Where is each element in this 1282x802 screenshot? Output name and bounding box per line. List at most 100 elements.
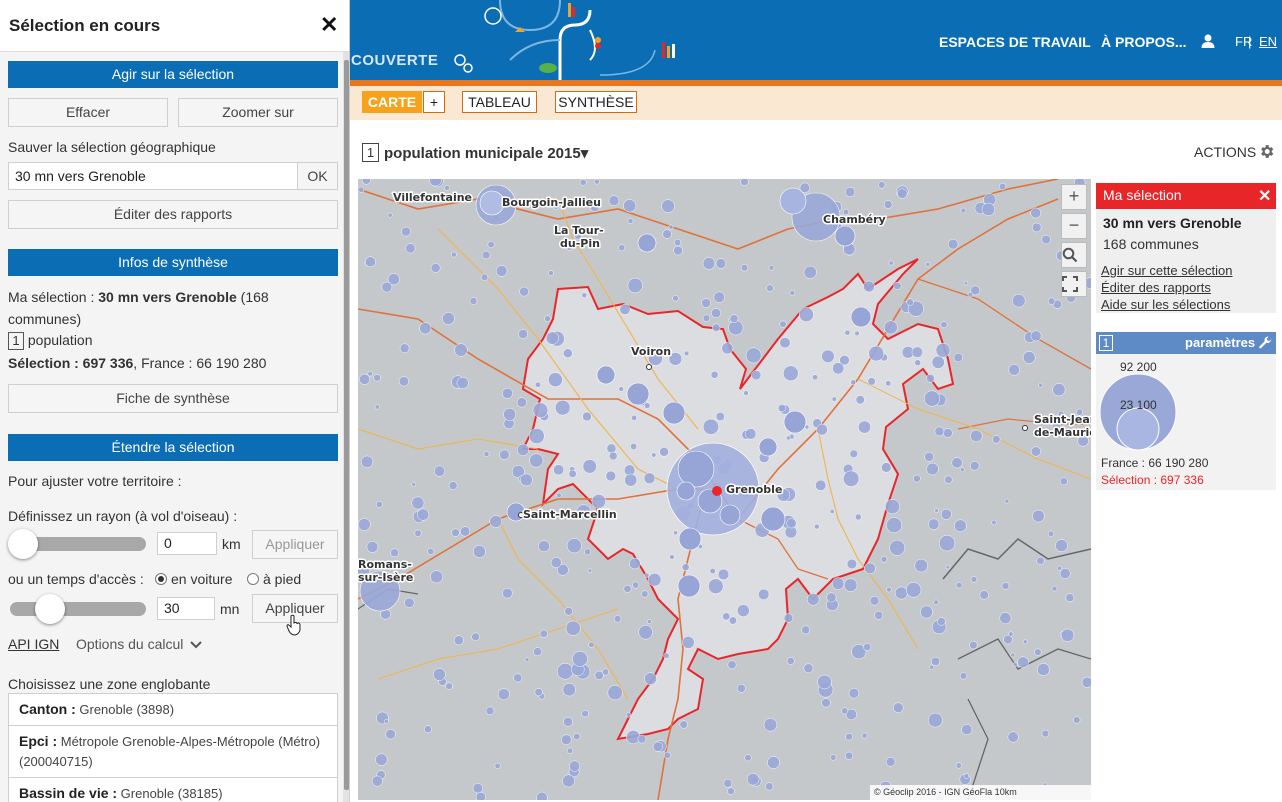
commune-bubble[interactable] [631, 414, 638, 421]
nav-workspaces[interactable]: ESPACES DE TRAVAIL [939, 34, 1091, 50]
commune-bubble[interactable] [959, 467, 965, 473]
commune-bubble[interactable] [758, 588, 770, 601]
commune-bubble[interactable] [905, 582, 922, 598]
commune-bubble[interactable] [663, 652, 670, 659]
commune-bubble[interactable] [702, 314, 711, 322]
commune-bubble[interactable] [1008, 631, 1014, 637]
commune-bubble[interactable] [803, 663, 814, 674]
commune-bubble[interactable] [938, 535, 956, 552]
commune-bubble[interactable] [401, 226, 411, 237]
commune-bubble[interactable] [1022, 639, 1028, 645]
commune-bubble[interactable] [454, 343, 468, 357]
commune-bubble[interactable] [591, 494, 607, 509]
commune-bubble[interactable] [606, 443, 617, 454]
commune-bubble[interactable] [1007, 731, 1019, 743]
commune-bubble[interactable] [1081, 676, 1091, 688]
commune-bubble[interactable] [817, 674, 832, 690]
commune-bubble[interactable] [632, 581, 640, 589]
commune-bubble[interactable] [430, 263, 441, 273]
commune-bubble[interactable] [914, 558, 928, 573]
commune-bubble[interactable] [481, 250, 491, 260]
tab-synthesis[interactable]: SYNTHÈSE [555, 91, 637, 113]
commune-bubble[interactable] [723, 778, 733, 788]
commune-bubble[interactable] [717, 568, 730, 581]
nav-about[interactable]: À PROPOS... [1101, 34, 1187, 50]
commune-bubble[interactable] [358, 518, 371, 531]
commune-bubble[interactable] [929, 664, 935, 670]
commune-bubble[interactable] [897, 188, 908, 199]
commune-bubble[interactable] [963, 773, 970, 779]
commune-bubble[interactable] [702, 418, 719, 435]
commune-bubble[interactable] [1017, 656, 1029, 668]
commune-bubble[interactable] [367, 371, 373, 377]
commune-bubble[interactable] [744, 754, 752, 762]
commune-bubble[interactable] [674, 238, 682, 247]
commune-bubble[interactable] [442, 312, 455, 325]
commune-bubble[interactable] [644, 402, 651, 409]
commune-bubble[interactable] [937, 617, 946, 626]
commune-bubble[interactable] [566, 747, 574, 754]
commune-bubble[interactable] [584, 548, 591, 556]
commune-bubble[interactable] [1056, 565, 1063, 571]
commune-bubble[interactable] [485, 706, 495, 716]
commune-bubble[interactable] [963, 280, 969, 286]
commune-bubble[interactable] [736, 604, 750, 617]
commune-bubble[interactable] [456, 376, 469, 390]
commune-bubble[interactable] [607, 684, 623, 701]
commune-bubble[interactable] [529, 453, 544, 468]
commune-bubble[interactable] [906, 298, 914, 306]
commune-bubble[interactable] [751, 370, 762, 381]
apply-radius-button[interactable]: Appliquer [252, 530, 338, 559]
commune-bubble[interactable] [637, 734, 647, 744]
commune-bubble[interactable] [889, 539, 906, 556]
commune-bubble[interactable] [1012, 662, 1018, 667]
by-car-radio[interactable] [155, 573, 167, 585]
commune-bubble[interactable] [711, 308, 722, 319]
commune-bubble[interactable] [384, 718, 389, 724]
commune-bubble[interactable] [848, 687, 860, 699]
by-car-label[interactable]: en voiture [171, 571, 232, 587]
commune-bubble[interactable] [582, 411, 592, 422]
commune-bubble[interactable] [683, 350, 690, 357]
commune-bubble[interactable] [647, 619, 652, 625]
commune-bubble[interactable] [582, 459, 597, 474]
fullscreen-button[interactable] [1061, 271, 1087, 297]
commune-bubble[interactable] [746, 772, 760, 786]
radius-slider-handle[interactable] [8, 529, 38, 559]
commune-bubble[interactable] [930, 656, 941, 666]
commune-bubble[interactable] [850, 379, 857, 386]
commune-bubble[interactable] [638, 625, 653, 640]
commune-bubble[interactable] [647, 572, 662, 587]
commune-bubble[interactable] [881, 462, 892, 473]
commune-bubble[interactable] [502, 387, 513, 399]
commune-bubble[interactable] [619, 303, 631, 315]
commune-bubble[interactable] [444, 185, 450, 191]
commune-bubble[interactable] [561, 734, 572, 745]
commune-bubble[interactable] [701, 298, 711, 308]
commune-bubble[interactable] [777, 404, 786, 413]
commune-bubble[interactable] [618, 244, 626, 252]
commune-bubble[interactable] [489, 515, 503, 528]
time-input[interactable]: 30 [157, 597, 215, 620]
edit-reports-link[interactable]: Éditer des rapports [1101, 280, 1211, 295]
commune-bubble[interactable] [1059, 477, 1068, 486]
commune-bubble[interactable] [625, 712, 632, 718]
commune-bubble[interactable] [387, 212, 393, 218]
commune-bubble[interactable] [544, 315, 551, 322]
commune-bubble[interactable] [499, 449, 510, 460]
commune-bubble[interactable] [854, 513, 862, 521]
commune-bubble[interactable] [867, 377, 876, 386]
zone-row-canton[interactable]: Canton : Grenoble (3898) [9, 694, 337, 726]
commune-bubble[interactable] [846, 558, 858, 570]
commune-bubble[interactable] [715, 258, 727, 269]
tab-table[interactable]: TABLEAU [462, 91, 537, 113]
commune-bubble[interactable] [624, 473, 638, 487]
commune-bubble[interactable] [969, 461, 980, 471]
commune-bubble[interactable] [626, 730, 641, 745]
commune-bubble[interactable] [398, 376, 409, 387]
commune-bubble[interactable] [594, 670, 604, 680]
commune-bubble[interactable] [374, 404, 380, 410]
commune-bubble[interactable] [453, 635, 464, 646]
commune-bubble[interactable] [858, 420, 871, 434]
commune-bubble[interactable] [1051, 585, 1058, 592]
